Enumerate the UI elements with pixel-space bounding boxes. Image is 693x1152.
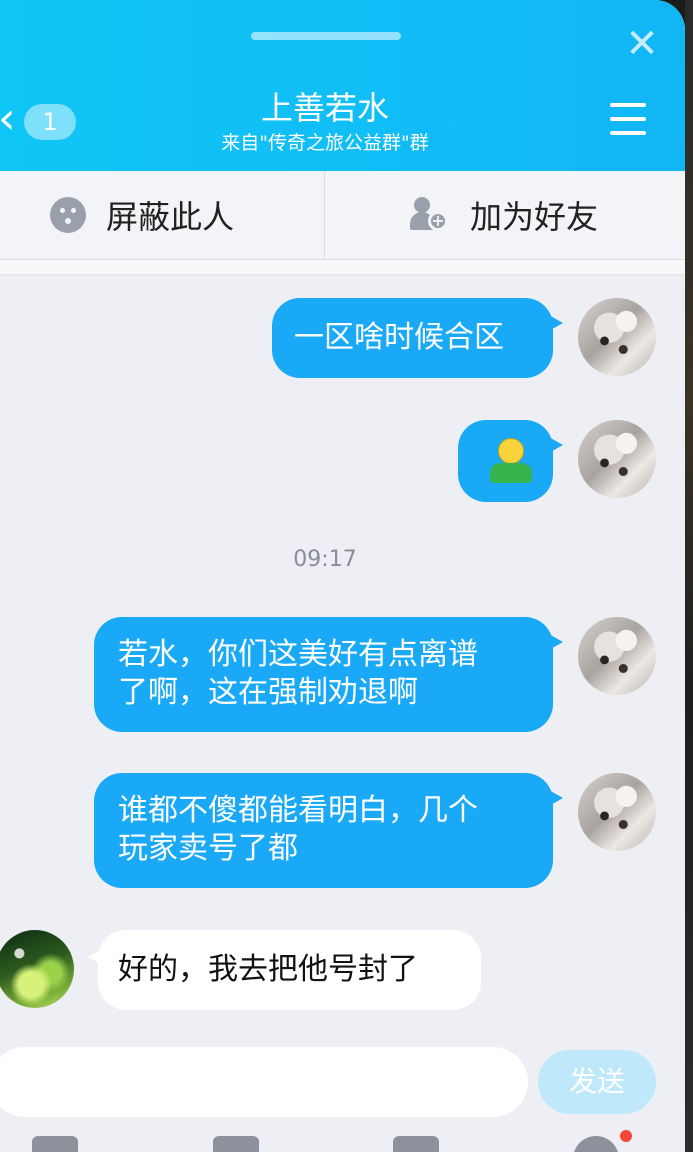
chat-title: 上善若水	[260, 89, 389, 127]
chat-subtitle: 来自"传奇之旅公益群"群	[221, 132, 429, 154]
message-text: 一区啥时候合区	[294, 320, 504, 355]
background-edge	[685, 0, 693, 1152]
camera-icon[interactable]	[213, 1136, 259, 1152]
emoji-message-bubble[interactable]	[458, 420, 563, 502]
notification-dot	[620, 1130, 632, 1142]
chat-window: ✕ ‹ 1 上善若水 来自"传奇之旅公益群"群 屏蔽此人 + 加为好友	[0, 0, 685, 1152]
hamburger-menu-icon[interactable]	[610, 103, 648, 135]
block-face-icon	[50, 197, 86, 233]
my-avatar[interactable]	[578, 617, 656, 695]
gif-icon[interactable]	[393, 1136, 439, 1152]
person-emoji-icon	[488, 438, 532, 486]
block-user-button[interactable]: 屏蔽此人	[50, 171, 234, 259]
message-bubble[interactable]: 一区啥时候合区	[272, 298, 563, 378]
message-text-line: 谁都不傻都能看明白，几个	[118, 793, 478, 828]
message-text-line: 若水，你们这美好有点离谱	[118, 637, 478, 672]
action-bar: 屏蔽此人 + 加为好友	[0, 171, 685, 260]
close-icon[interactable]: ✕	[622, 24, 662, 64]
message-bubble[interactable]: 若水，你们这美好有点离谱 了啊，这在强制劝退啊	[94, 617, 563, 732]
message-timestamp: 09:17	[293, 547, 357, 572]
block-user-label: 屏蔽此人	[106, 198, 235, 236]
message-text-line: 了啊，这在强制劝退啊	[118, 675, 418, 710]
divider	[324, 171, 325, 259]
chat-header: ✕ ‹ 1 上善若水 来自"传奇之旅公益群"群	[0, 0, 685, 171]
message-bubble[interactable]: 谁都不傻都能看明白，几个 玩家卖号了都	[94, 773, 563, 888]
received-message-bubble[interactable]: 好的，我去把他号封了	[88, 930, 481, 1010]
my-avatar[interactable]	[578, 773, 656, 851]
emoji-icon[interactable]	[573, 1136, 619, 1152]
contact-avatar[interactable]	[0, 930, 74, 1008]
separator-strip	[0, 260, 685, 275]
message-input[interactable]	[0, 1047, 528, 1117]
send-button[interactable]: 发送	[538, 1050, 656, 1114]
add-friend-icon: +	[410, 195, 450, 235]
drag-handle[interactable]	[251, 32, 401, 40]
add-friend-button[interactable]: + 加为好友	[410, 171, 598, 259]
message-text: 好的，我去把他号封了	[118, 952, 418, 987]
message-text-line: 玩家卖号了都	[118, 831, 298, 866]
add-friend-label: 加为好友	[470, 198, 599, 236]
my-avatar[interactable]	[578, 298, 656, 376]
image-icon[interactable]	[32, 1136, 78, 1152]
my-avatar[interactable]	[578, 420, 656, 498]
